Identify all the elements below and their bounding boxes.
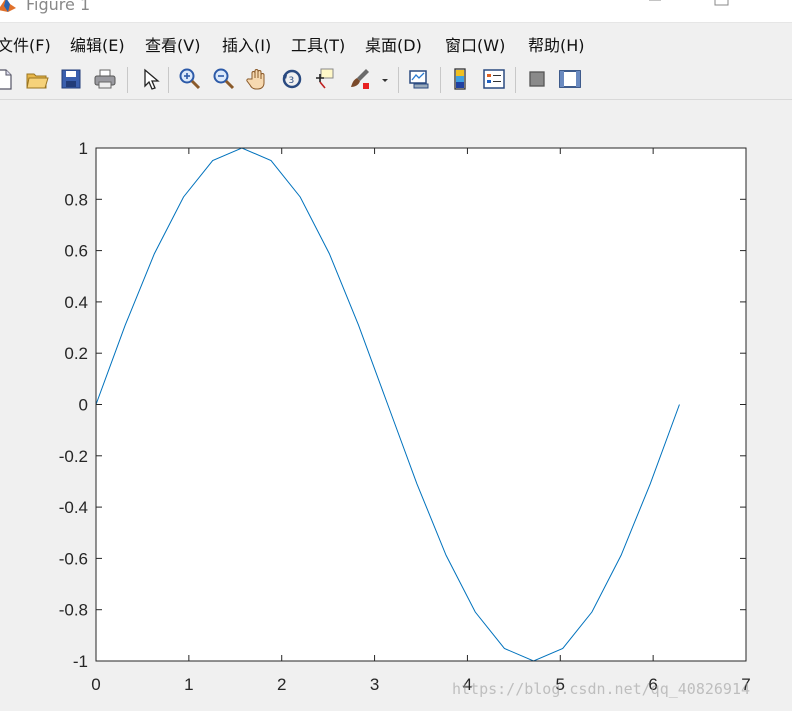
y-tick-label: -1 (73, 652, 88, 671)
x-tick-label: 0 (91, 675, 100, 694)
y-tick-label: -0.6 (59, 549, 88, 568)
y-tick-label: 0.6 (64, 242, 88, 261)
y-tick-label: -0.2 (59, 447, 88, 466)
menu-file[interactable]: 文件(F) (0, 32, 51, 56)
menu-desktop[interactable]: 桌面(D) (365, 32, 422, 56)
toolbar-separator (398, 67, 399, 93)
toolbar-separator (127, 67, 128, 93)
toolbar-separator (515, 67, 516, 93)
maximize-button[interactable] (706, 0, 736, 14)
svg-text:3: 3 (289, 76, 295, 86)
pan-hand-icon[interactable] (245, 66, 271, 92)
menu-help[interactable]: 帮助(H) (528, 32, 585, 56)
y-tick-label: 1 (79, 139, 88, 158)
data-cursor-icon[interactable] (311, 66, 337, 92)
colorbar-icon[interactable] (448, 66, 474, 92)
x-tick-label: 3 (370, 675, 379, 694)
show-plot-tools-icon[interactable] (557, 66, 583, 92)
open-file-icon[interactable] (24, 66, 50, 92)
pointer-icon[interactable] (137, 66, 163, 92)
menu-view[interactable]: 查看(V) (145, 32, 200, 56)
y-tick-label: -0.4 (59, 498, 88, 517)
y-tick-label: -0.8 (59, 601, 88, 620)
figure-toolbar: 3 (0, 61, 792, 100)
y-tick-label: 0.4 (64, 293, 88, 312)
save-icon[interactable] (58, 66, 84, 92)
new-figure-icon[interactable] (0, 66, 16, 92)
menu-edit[interactable]: 编辑(E) (70, 32, 125, 56)
print-icon[interactable] (92, 66, 118, 92)
toolbar-separator (168, 67, 169, 93)
x-tick-label: 1 (184, 675, 193, 694)
matlab-logo-icon (0, 0, 18, 20)
x-tick-label: 2 (277, 675, 286, 694)
hide-plot-tools-icon[interactable] (524, 66, 550, 92)
legend-icon[interactable] (481, 66, 507, 92)
rotate-3d-icon[interactable]: 3 (279, 66, 305, 92)
brush-icon[interactable] (346, 66, 372, 92)
zoom-out-icon[interactable] (211, 66, 237, 92)
figure-canvas: 0 1 2 3 4 5 6 7 -1 -0.8 -0.6 -0.4 -0.2 0 0.2 0.4 0.6 0.8 1 (0, 100, 792, 711)
toolbar-separator (440, 67, 441, 93)
line-plot[interactable]: 0 1 2 3 4 5 6 7-1-0.8-0.6-0.4-0.200.20.40.60.81 (0, 100, 792, 711)
y-tick-label: 0.8 (64, 190, 88, 209)
y-tick-label: 0.2 (64, 344, 88, 363)
menu-insert[interactable]: 插入(I) (222, 32, 271, 56)
minimize-button[interactable] (640, 0, 670, 14)
brush-dropdown-icon[interactable] (378, 66, 392, 92)
link-plot-icon[interactable] (406, 66, 432, 92)
window-title-bar: Figure 1 (0, 0, 792, 23)
y-tick-label: 0 (79, 396, 88, 415)
zoom-in-icon[interactable] (177, 66, 203, 92)
window-title: Figure 1 (26, 0, 91, 14)
axes-background (96, 148, 746, 661)
menu-window[interactable]: 窗口(W) (445, 32, 505, 56)
menu-tools[interactable]: 工具(T) (291, 32, 345, 56)
watermark: https://blog.csdn.net/qq_40826914 (452, 680, 751, 698)
menu-bar: 文件(F) 编辑(E) 查看(V) 插入(I) 工具(T) 桌面(D) 窗口(W… (0, 30, 792, 56)
